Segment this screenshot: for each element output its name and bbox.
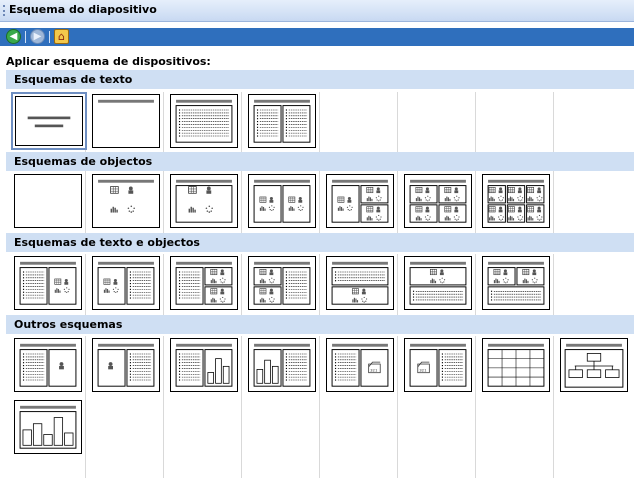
layout-thumbnail[interactable]	[170, 174, 238, 228]
layout-preview-icon	[97, 343, 155, 387]
layout-preview-icon	[98, 179, 154, 213]
svg-text:321: 321	[419, 367, 427, 372]
layout-thumbnail[interactable]	[92, 338, 160, 392]
layout-thumbnail[interactable]	[482, 338, 550, 392]
layout-thumbnail[interactable]	[482, 174, 550, 228]
layout-thumbnail[interactable]: 321	[404, 338, 472, 392]
home-button[interactable]: ⌂	[54, 29, 69, 44]
layout-preview-icon	[175, 179, 233, 223]
layout-preview-icon	[253, 99, 311, 143]
layout-preview-icon	[19, 405, 77, 449]
layout-thumbnail[interactable]	[11, 92, 87, 150]
home-icon: ⌂	[58, 30, 65, 43]
empty-layout-slot	[164, 398, 242, 478]
layout-thumbnail[interactable]	[170, 256, 238, 310]
layout-preview-icon	[331, 179, 389, 223]
forward-arrow-icon: ▶	[33, 30, 42, 42]
layout-preview-icon	[331, 261, 389, 305]
layout-thumbnail[interactable]: 321	[326, 338, 394, 392]
layout-thumbnail[interactable]	[326, 256, 394, 310]
layout-preview-icon	[409, 179, 467, 223]
layout-thumbnail[interactable]	[248, 338, 316, 392]
layout-thumbnail[interactable]	[14, 256, 82, 310]
other-layouts-row-2	[8, 398, 634, 478]
layout-preview-icon	[175, 343, 233, 387]
layout-thumbnail[interactable]	[92, 256, 160, 310]
layout-preview-icon	[97, 261, 155, 305]
empty-layout-slot	[476, 398, 554, 478]
section-header-object-layouts: Esquemas de objectos	[6, 152, 634, 171]
section-header-other-layouts: Outros esquemas	[6, 315, 634, 334]
layout-thumbnail[interactable]	[248, 256, 316, 310]
layout-thumbnail[interactable]	[170, 94, 238, 148]
section-header-text-object-layouts: Esquemas de texto e objectos	[6, 233, 634, 252]
layout-preview-icon	[253, 179, 311, 223]
svg-text:321: 321	[370, 367, 378, 372]
layout-thumbnail[interactable]	[14, 174, 82, 228]
layout-preview-icon	[487, 261, 545, 305]
layout-thumbnail[interactable]	[248, 174, 316, 228]
layout-preview-icon	[175, 99, 233, 143]
back-arrow-icon: ◀	[9, 30, 18, 42]
drag-grip-icon[interactable]	[3, 5, 7, 16]
empty-layout-slot	[554, 398, 618, 478]
layout-preview-icon	[564, 343, 624, 388]
empty-layout-slot	[398, 398, 476, 478]
layout-preview-icon	[175, 261, 233, 305]
layout-thumbnail[interactable]	[14, 400, 82, 454]
back-button[interactable]: ◀	[6, 29, 21, 44]
pane-title: Esquema do diapositivo	[9, 3, 157, 16]
layout-thumbnail[interactable]	[248, 94, 316, 148]
layout-thumbnail[interactable]	[92, 174, 160, 228]
layout-thumbnail[interactable]	[170, 338, 238, 392]
layout-preview-icon	[253, 343, 311, 387]
layout-preview-icon	[27, 116, 71, 128]
empty-layout-slot	[242, 398, 320, 478]
layout-preview-icon: 321	[409, 343, 467, 387]
apply-layout-label: Aplicar esquema de dispositivos:	[6, 55, 211, 68]
layout-preview-icon	[15, 175, 81, 227]
layout-preview-icon: 321	[331, 343, 389, 387]
layout-thumbnail[interactable]	[482, 256, 550, 310]
layout-thumbnail[interactable]	[404, 174, 472, 228]
layout-preview-icon	[409, 261, 467, 305]
toolbar-separator	[25, 30, 26, 43]
layout-preview-icon	[487, 179, 545, 223]
layout-preview-icon	[487, 343, 545, 387]
nav-toolbar: ◀ ▶ ⌂	[0, 28, 634, 46]
layout-thumbnail[interactable]	[326, 174, 394, 228]
layout-preview-icon	[19, 343, 77, 387]
layout-thumbnail[interactable]	[404, 256, 472, 310]
empty-layout-slot	[86, 398, 164, 478]
layout-preview-icon	[98, 99, 154, 103]
pane-titlebar: Esquema do diapositivo	[0, 0, 634, 22]
toolbar-separator	[49, 30, 50, 43]
layout-thumbnail[interactable]	[14, 338, 82, 392]
layout-option-title-chart[interactable]	[8, 398, 86, 478]
section-header-text-layouts: Esquemas de texto	[6, 70, 634, 89]
layout-thumbnail[interactable]	[560, 338, 628, 392]
forward-button[interactable]: ▶	[30, 29, 45, 44]
layout-thumbnail[interactable]	[92, 94, 160, 148]
layout-preview-icon	[253, 261, 311, 305]
empty-layout-slot	[320, 398, 398, 478]
layout-preview-icon	[19, 261, 77, 305]
